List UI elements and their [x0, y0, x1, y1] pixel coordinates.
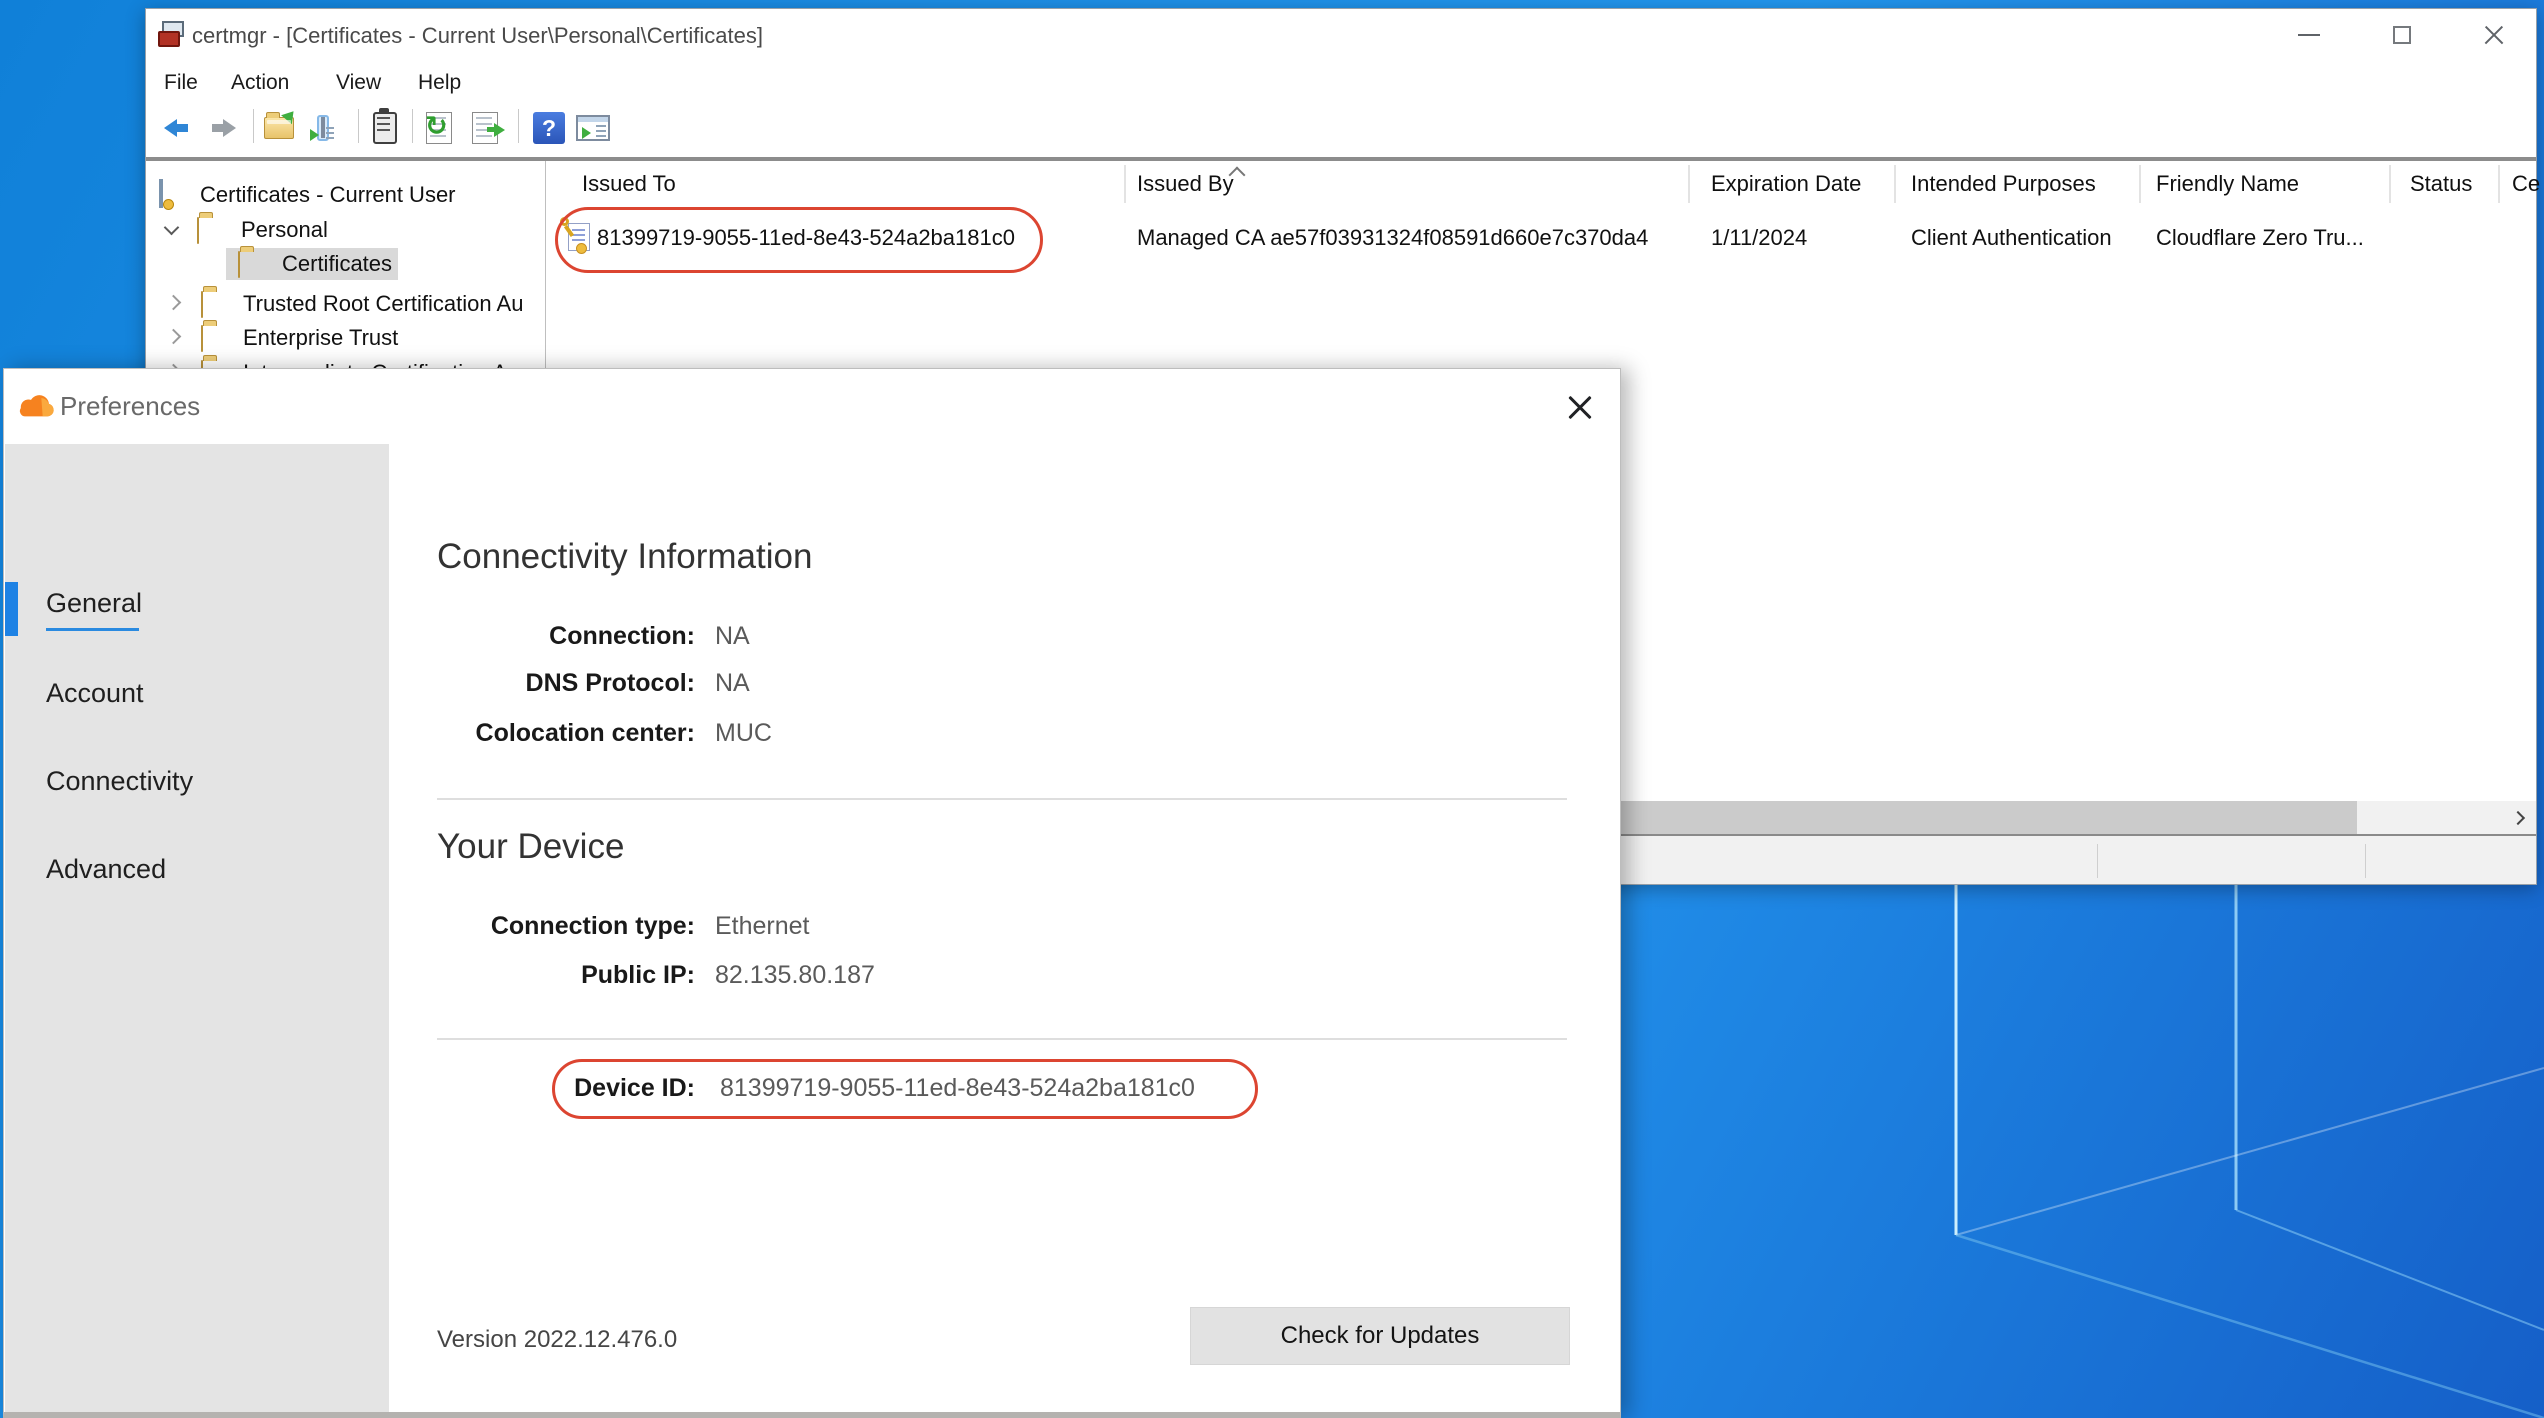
section-divider	[437, 1038, 1567, 1040]
toolbar: ↻ ?	[146, 101, 2536, 159]
refresh-button[interactable]: ↻	[420, 109, 458, 147]
tree-root-certificates-current-user[interactable]: Certificates - Current User	[146, 179, 545, 211]
title-bar: certmgr - [Certificates - Current User\P…	[146, 9, 2536, 61]
connection-type-label: Connection type:	[317, 912, 695, 941]
annotation-ellipse-issued-to	[555, 207, 1043, 273]
connection-value: NA	[715, 622, 750, 651]
back-button[interactable]	[158, 109, 196, 147]
menu-bar: File Action View Help	[146, 61, 2536, 101]
column-header-issued-to[interactable]: Issued To	[582, 171, 676, 197]
window-title: certmgr - [Certificates - Current User\P…	[192, 23, 763, 49]
forward-button[interactable]	[204, 109, 242, 147]
connectivity-information-heading: Connectivity Information	[437, 537, 812, 577]
tree-item-personal[interactable]: Personal	[146, 214, 545, 246]
column-header-certificate[interactable]: Ce	[2512, 171, 2540, 197]
check-for-updates-button[interactable]: Check for Updates	[1190, 1307, 1570, 1365]
dns-protocol-value: NA	[715, 669, 750, 698]
close-icon	[2481, 22, 2507, 48]
chevron-right-icon[interactable]	[166, 295, 182, 311]
public-ip-label: Public IP:	[317, 961, 695, 990]
cell-intended-purposes: Client Authentication	[1911, 225, 2112, 251]
chevron-right-icon[interactable]	[166, 329, 182, 345]
certmgr-app-icon	[158, 21, 186, 49]
section-divider	[437, 798, 1567, 800]
tree-item-enterprise-trust[interactable]: Enterprise Trust	[146, 322, 545, 354]
paste-button[interactable]	[366, 109, 404, 147]
folder-icon	[201, 325, 203, 352]
chevron-right-icon	[2510, 810, 2524, 824]
show-action-pane-button[interactable]	[574, 109, 612, 147]
column-header-expiration-date[interactable]: Expiration Date	[1711, 171, 1861, 197]
nav-general[interactable]: General	[46, 588, 142, 619]
wallpaper-light-beams	[1600, 880, 2544, 1418]
column-header-status[interactable]: Status	[2410, 171, 2472, 197]
colocation-center-label: Colocation center:	[317, 719, 695, 748]
export-list-icon	[472, 112, 498, 144]
annotation-ellipse-device-id	[552, 1059, 1258, 1119]
scrollbar-right-arrow[interactable]	[2499, 801, 2536, 834]
export-list-button[interactable]	[466, 109, 504, 147]
screen: certmgr - [Certificates - Current User\P…	[0, 0, 2544, 1418]
menu-action[interactable]: Action	[225, 69, 295, 97]
tree-item-certificates[interactable]: Certificates	[146, 248, 545, 280]
cell-friendly-name: Cloudflare Zero Tru...	[2156, 225, 2364, 251]
cell-expiration-date: 1/11/2024	[1711, 225, 1807, 251]
folder-arrow-icon	[264, 117, 294, 139]
export-folder-button[interactable]	[260, 109, 298, 147]
column-header-friendly-name[interactable]: Friendly Name	[2156, 171, 2299, 197]
chevron-down-icon[interactable]	[164, 220, 180, 236]
menu-help[interactable]: Help	[412, 69, 467, 97]
menu-view[interactable]: View	[330, 69, 387, 97]
back-icon	[164, 119, 190, 137]
column-header-intended-purposes[interactable]: Intended Purposes	[1911, 171, 2096, 197]
selected-nav-underline	[46, 628, 139, 631]
nav-connectivity[interactable]: Connectivity	[46, 766, 193, 797]
cell-issued-by: Managed CA ae57f03931324f08591d660e7c370…	[1137, 225, 1648, 251]
dialog-title: Preferences	[60, 391, 200, 422]
clipboard-icon	[373, 112, 397, 144]
version-text: Version 2022.12.476.0	[437, 1326, 677, 1354]
connection-type-value: Ethernet	[715, 912, 810, 941]
tree-item-trusted-root[interactable]: Trusted Root Certification Au	[146, 288, 545, 320]
forward-icon	[210, 119, 236, 137]
public-ip-value: 82.135.80.187	[715, 961, 875, 990]
preferences-dialog: Preferences General Account Connectivity…	[3, 368, 1621, 1418]
console-tree-icon	[321, 117, 325, 138]
nav-account[interactable]: Account	[46, 678, 144, 709]
help-button[interactable]: ?	[530, 109, 568, 147]
dialog-close-button[interactable]	[1560, 387, 1600, 427]
folder-icon	[238, 251, 240, 278]
folder-icon	[201, 291, 203, 318]
connection-label: Connection:	[317, 622, 695, 651]
close-button[interactable]	[2466, 17, 2522, 53]
column-header-issued-by[interactable]: Issued By	[1137, 171, 1234, 197]
nav-advanced[interactable]: Advanced	[46, 854, 166, 885]
your-device-heading: Your Device	[437, 827, 624, 867]
action-pane-icon	[576, 115, 610, 141]
certificates-store-icon	[159, 179, 163, 208]
refresh-icon: ↻	[426, 112, 452, 144]
folder-icon	[197, 217, 199, 244]
menu-file[interactable]: File	[158, 69, 204, 97]
maximize-button[interactable]	[2374, 17, 2430, 53]
selected-nav-accent	[5, 582, 18, 636]
close-icon	[1565, 392, 1595, 422]
minimize-button[interactable]	[2281, 17, 2337, 53]
dns-protocol-label: DNS Protocol:	[317, 669, 695, 698]
toggle-console-tree-button[interactable]	[304, 109, 342, 147]
cloudflare-logo-icon	[16, 393, 56, 421]
colocation-center-value: MUC	[715, 719, 772, 748]
help-icon: ?	[533, 112, 565, 144]
